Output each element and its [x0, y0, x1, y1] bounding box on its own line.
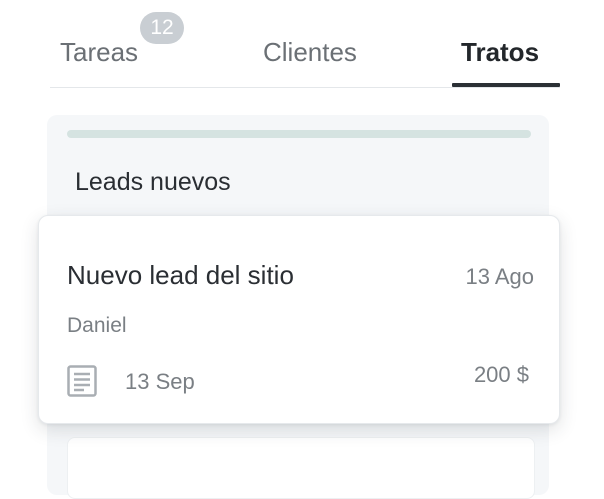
active-tab-indicator: [452, 83, 560, 87]
tab-tareas[interactable]: Tareas: [60, 37, 138, 67]
tab-tratos[interactable]: Tratos: [461, 37, 539, 67]
tab-clientes[interactable]: Clientes: [263, 37, 357, 67]
deal-card[interactable]: Nuevo lead del sitio 13 Ago Daniel 13 Se…: [38, 215, 560, 424]
deal-created-date: 13 Ago: [465, 264, 534, 289]
column-progress-bar: [67, 130, 531, 138]
next-deal-card[interactable]: [67, 437, 535, 499]
document-icon: [67, 365, 97, 397]
deal-owner: Daniel: [67, 314, 127, 337]
deal-title: Nuevo lead del sitio: [67, 260, 294, 290]
tab-clientes-label: Clientes: [263, 37, 357, 67]
deal-amount: 200 $: [473, 362, 529, 387]
column-title: Leads nuevos: [75, 168, 231, 196]
tareas-count-badge: 12: [140, 12, 184, 44]
tab-bar: Tareas 12 Clientes Tratos: [50, 0, 560, 88]
tab-tratos-label: Tratos: [461, 37, 540, 67]
deal-due-date: 13 Sep: [125, 369, 195, 394]
tab-tareas-label: Tareas: [60, 37, 139, 67]
